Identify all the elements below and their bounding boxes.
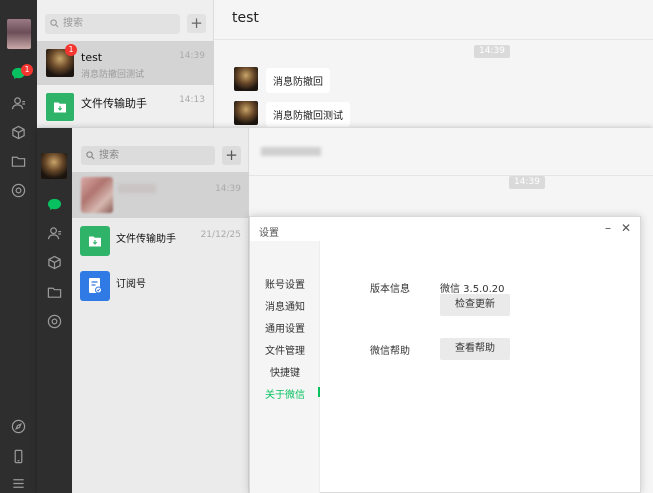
conversation-list: 搜索 + 14:39 文件传输助手 21/12/25 订阅号 xyxy=(72,128,249,493)
conversation-item[interactable]: 14:39 xyxy=(72,172,249,218)
chat-header xyxy=(249,128,653,176)
active-nav-indicator xyxy=(318,387,320,397)
menu-icon[interactable] xyxy=(9,474,27,492)
search-placeholder: 搜索 xyxy=(63,18,83,29)
chat-icon[interactable] xyxy=(45,195,63,213)
check-update-button[interactable]: 检查更新 xyxy=(440,294,510,316)
conversation-item[interactable]: 文件传输助手 21/12/25 xyxy=(72,218,249,263)
settings-nav: 账号设置 消息通知 通用设置 文件管理 快捷键 关于微信 xyxy=(250,241,320,493)
message-bubble[interactable]: 消息防撤回测试 xyxy=(266,102,350,127)
conversation-item[interactable]: 1 test 消息防撤回测试 14:39 xyxy=(37,41,214,85)
message-bubble[interactable]: 消息防撤回 xyxy=(266,68,330,93)
conversation-preview: 消息防撤回测试 xyxy=(81,70,145,80)
search-icon xyxy=(86,151,95,160)
unread-badge: 1 xyxy=(65,44,77,56)
contacts-icon[interactable] xyxy=(45,224,63,242)
conversation-item[interactable]: 订阅号 xyxy=(72,263,249,308)
message-timestamp: 14:39 xyxy=(509,176,545,189)
search-icon xyxy=(50,19,59,28)
nav-account-settings[interactable]: 账号设置 xyxy=(265,276,305,291)
folder-icon[interactable] xyxy=(9,152,27,170)
user-avatar[interactable] xyxy=(7,19,31,49)
avatar xyxy=(234,67,258,91)
version-label: 版本信息 xyxy=(370,284,410,295)
add-button[interactable]: + xyxy=(187,14,206,33)
blurred-chat-title xyxy=(261,147,321,156)
version-value: 微信 3.5.0.20 xyxy=(440,284,505,295)
conversation-time: 14:39 xyxy=(179,51,205,61)
add-button[interactable]: + xyxy=(222,146,241,165)
moments-icon[interactable] xyxy=(9,181,27,199)
chat-header: test xyxy=(214,0,653,40)
conversation-name: 订阅号 xyxy=(116,279,146,290)
compass-icon[interactable] xyxy=(9,417,27,435)
nav-notifications[interactable]: 消息通知 xyxy=(265,298,305,313)
chat-pane: test 14:39 消息防撤回 消息防撤回测试 xyxy=(214,0,653,128)
moments-icon[interactable] xyxy=(45,312,63,330)
message-timestamp: 14:39 xyxy=(474,45,510,58)
chat-title: test xyxy=(232,10,259,26)
close-button[interactable]: ✕ xyxy=(618,220,634,236)
search-input[interactable]: 搜索 xyxy=(81,146,215,165)
blurred-name xyxy=(118,184,156,193)
nav-about-wechat[interactable]: 关于微信 xyxy=(265,386,305,401)
help-label: 微信帮助 xyxy=(370,346,410,357)
settings-dialog: 设置 – ✕ 账号设置 消息通知 通用设置 文件管理 快捷键 关于微信 版本信息… xyxy=(249,216,641,493)
cube-icon[interactable] xyxy=(45,253,63,271)
conversation-time: 14:39 xyxy=(215,184,241,194)
nav-file-management[interactable]: 文件管理 xyxy=(265,342,305,357)
file-transfer-icon xyxy=(80,226,110,256)
sidebar-rail xyxy=(37,128,72,493)
avatar xyxy=(234,101,258,125)
folder-icon[interactable] xyxy=(45,283,63,301)
conversation-item[interactable]: 文件传输助手 14:13 xyxy=(37,85,214,129)
contacts-icon[interactable] xyxy=(9,94,27,112)
sidebar-rail: 1 xyxy=(0,0,37,493)
unread-badge: 1 xyxy=(21,64,33,76)
conversation-name: 文件传输助手 xyxy=(116,234,176,245)
search-input[interactable]: 搜索 xyxy=(45,14,180,34)
conversation-time: 21/12/25 xyxy=(200,230,241,240)
user-avatar[interactable] xyxy=(41,153,67,179)
cube-icon[interactable] xyxy=(9,123,27,141)
nav-shortcuts[interactable]: 快捷键 xyxy=(270,364,300,379)
avatar xyxy=(81,177,113,213)
minimize-button[interactable]: – xyxy=(600,220,616,236)
phone-icon[interactable] xyxy=(9,447,27,465)
nav-general-settings[interactable]: 通用设置 xyxy=(265,320,305,335)
dialog-title: 设置 xyxy=(259,228,279,239)
conversation-name: test xyxy=(81,51,103,64)
file-transfer-icon xyxy=(46,93,74,121)
subscription-icon xyxy=(80,271,110,301)
conversation-time: 14:13 xyxy=(179,95,205,105)
search-placeholder: 搜索 xyxy=(99,150,119,161)
conversation-name: 文件传输助手 xyxy=(81,97,147,110)
view-help-button[interactable]: 查看帮助 xyxy=(440,338,510,360)
